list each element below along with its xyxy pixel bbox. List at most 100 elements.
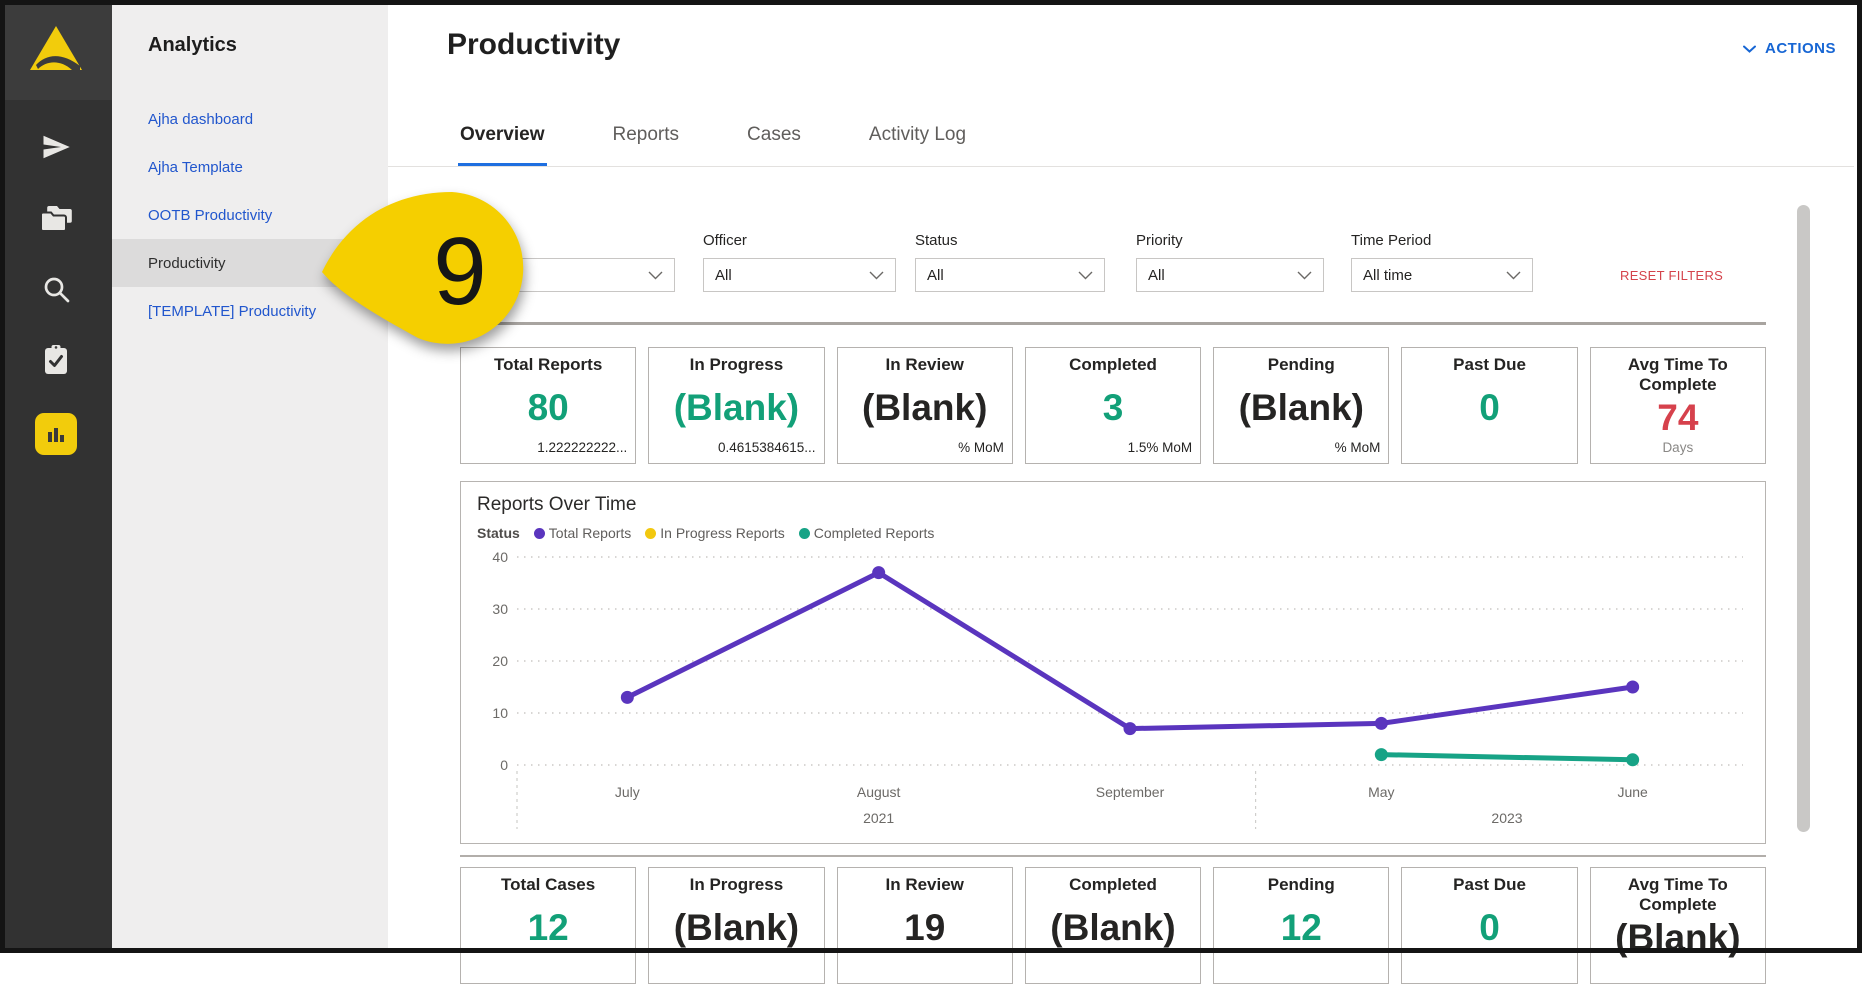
- tab-activity-log[interactable]: Activity Log: [867, 118, 968, 167]
- kpi-card-value: (Blank): [657, 375, 815, 440]
- kpi-card-value: 19: [846, 895, 1004, 960]
- svg-text:2021: 2021: [863, 810, 894, 826]
- chevron-down-icon: [1506, 267, 1521, 284]
- tab-overview[interactable]: Overview: [458, 118, 547, 167]
- filter-time-period: Time Period All time: [1351, 232, 1533, 292]
- svg-text:40: 40: [492, 549, 508, 565]
- chart-title: Reports Over Time: [477, 494, 1765, 516]
- kpi-card-past-due: Past Due 0: [1401, 347, 1577, 464]
- kpi-card-avg-time: Avg Time To Complete 74 Days: [1590, 347, 1766, 464]
- filter-unknown-dropdown[interactable]: [505, 258, 675, 292]
- kpi-card-completed: Completed 3 1.5% MoM: [1025, 347, 1201, 464]
- kpi-card-pending: Pending (Blank) % MoM: [1213, 347, 1389, 464]
- kpi-card-title: Past Due: [1410, 355, 1568, 375]
- filter-value: All: [927, 267, 944, 284]
- analytics-sidebar: Analytics Ajha dashboard Ajha Template O…: [112, 0, 388, 953]
- tab-reports[interactable]: Reports: [611, 118, 682, 167]
- brand-logo: [28, 24, 84, 77]
- filter-label: Priority: [1136, 232, 1324, 250]
- kpi-card-value: (Blank): [1222, 375, 1380, 440]
- search-nav-button[interactable]: [0, 256, 112, 327]
- kpi-card-value: 0: [1410, 375, 1568, 440]
- tab-divider: [388, 166, 1854, 167]
- kpi-card-in-progress: In Progress (Blank): [648, 867, 824, 984]
- sidebar-item-ajha-dashboard[interactable]: Ajha dashboard: [112, 95, 388, 143]
- legend-item-completed-reports: Completed Reports: [799, 525, 935, 541]
- kpi-card-title: In Review: [846, 355, 1004, 375]
- kpi-card-value: (Blank): [1034, 895, 1192, 960]
- chevron-down-icon: [1078, 267, 1093, 284]
- filter-time-period-dropdown[interactable]: All time: [1351, 258, 1533, 292]
- tab-cases[interactable]: Cases: [745, 118, 803, 167]
- main-content: Productivity ACTIONS Overview Reports Ca…: [388, 0, 1862, 953]
- filter-label: Time Period: [1351, 232, 1533, 250]
- sidebar-item-ajha-template[interactable]: Ajha Template: [112, 143, 388, 191]
- analytics-nav-button[interactable]: [0, 398, 112, 469]
- actions-label: ACTIONS: [1765, 40, 1836, 57]
- svg-text:July: July: [615, 784, 640, 800]
- svg-text:August: August: [857, 784, 901, 800]
- legend-item-total-reports: Total Reports: [534, 525, 631, 541]
- chart-legend: Status Total Reports In Progress Reports…: [477, 525, 1765, 541]
- page-title: Productivity: [447, 28, 620, 62]
- filter-label: Status: [915, 232, 1105, 250]
- kpi-card-value: (Blank): [657, 895, 815, 960]
- svg-text:2023: 2023: [1491, 810, 1522, 826]
- kpi-card-title: In Progress: [657, 355, 815, 375]
- kpi-card-completed: Completed (Blank): [1025, 867, 1201, 984]
- legend-dot: [645, 528, 656, 539]
- legend-title: Status: [477, 525, 520, 541]
- kpi-card-title: In Review: [846, 875, 1004, 895]
- kpi-card-value: (Blank): [846, 375, 1004, 440]
- send-nav-button[interactable]: [0, 114, 112, 185]
- tasks-nav-button[interactable]: [0, 327, 112, 398]
- kpi-card-sub: 0.4615384615...: [657, 440, 815, 458]
- actions-menu-button[interactable]: ACTIONS: [1743, 40, 1836, 57]
- documents-nav-button[interactable]: [0, 185, 112, 256]
- sidebar-item-productivity[interactable]: Productivity: [112, 239, 388, 287]
- kpi-card-title: Avg Time To Complete: [1599, 355, 1757, 395]
- reset-filters-button[interactable]: RESET FILTERS: [1620, 268, 1723, 283]
- legend-item-in-progress-reports: In Progress Reports: [645, 525, 785, 541]
- filter-priority-dropdown[interactable]: All: [1136, 258, 1324, 292]
- app-icon-rail: [0, 0, 112, 953]
- tasks-icon: [42, 344, 70, 381]
- kpi-card-in-review: In Review (Blank) % MoM: [837, 347, 1013, 464]
- kpi-card-total-reports: Total Reports 80 1.222222222...: [460, 347, 636, 464]
- kpi-card-value: 3: [1034, 375, 1192, 440]
- kpi-card-sub: % MoM: [1222, 440, 1380, 458]
- chevron-down-icon: [1297, 267, 1312, 284]
- svg-text:May: May: [1368, 784, 1394, 800]
- filter-priority: Priority All: [1136, 232, 1324, 292]
- kpi-card-value: 80: [469, 375, 627, 440]
- sidebar-title: Analytics: [112, 0, 388, 57]
- filter-status-dropdown[interactable]: All: [915, 258, 1105, 292]
- section-divider: [460, 855, 1766, 857]
- chevron-down-icon: [1743, 40, 1756, 57]
- kpi-card-title: Total Reports: [469, 355, 627, 375]
- filter-unknown: [505, 232, 675, 292]
- sidebar-item-ootb-productivity[interactable]: OOTB Productivity: [112, 191, 388, 239]
- chevron-down-icon: [648, 267, 663, 284]
- svg-text:10: 10: [492, 705, 508, 721]
- kpi-card-value: 0: [1410, 895, 1568, 960]
- kpi-card-sub: 1.222222222...: [469, 440, 627, 458]
- kpi-card-value: (Blank): [1599, 915, 1757, 960]
- vertical-scrollbar-thumb[interactable]: [1797, 205, 1810, 832]
- filter-officer: Officer All: [703, 232, 896, 292]
- kpi-card-title: Completed: [1034, 875, 1192, 895]
- send-icon: [41, 132, 71, 167]
- filter-status: Status All: [915, 232, 1105, 292]
- svg-text:September: September: [1096, 784, 1165, 800]
- kpi-card-total-cases: Total Cases 12: [460, 867, 636, 984]
- reports-over-time-panel: Reports Over Time Status Total Reports I…: [460, 481, 1766, 844]
- kpi-card-value: 74: [1599, 395, 1757, 440]
- sidebar-item-template-productivity[interactable]: [TEMPLATE] Productivity: [112, 287, 388, 335]
- kpi-card-value: 12: [469, 895, 627, 960]
- filter-officer-dropdown[interactable]: All: [703, 258, 896, 292]
- section-divider: [460, 322, 1766, 325]
- filter-value: All time: [1363, 267, 1412, 284]
- kpi-card-in-review: In Review 19: [837, 867, 1013, 984]
- case-kpi-row: Total Cases 12 In Progress (Blank) In Re…: [460, 867, 1766, 984]
- kpi-card-avg-time: Avg Time To Complete (Blank): [1590, 867, 1766, 984]
